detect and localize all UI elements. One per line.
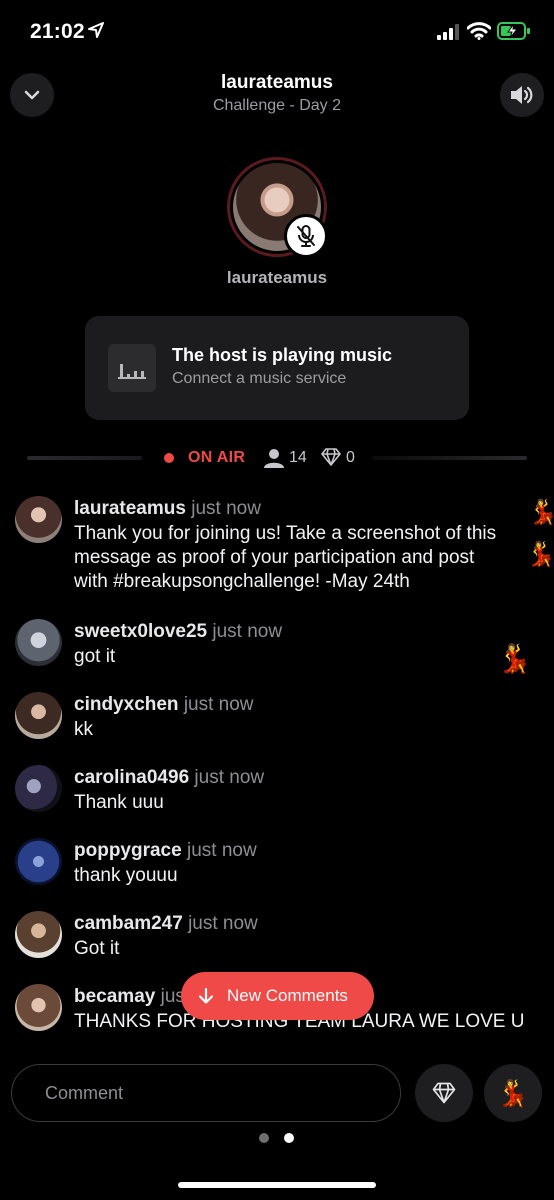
music-card-title: The host is playing music: [172, 345, 393, 365]
comment-text: got it: [74, 646, 116, 667]
status-time: 21:02: [30, 20, 85, 43]
dancer-reaction: 💃: [497, 643, 532, 674]
comment-time: just now: [212, 621, 283, 642]
comment-item: carolina0496 just now Thank uuu: [0, 761, 554, 821]
on-air-dot: [164, 453, 174, 463]
person-icon: [263, 448, 285, 473]
comment-username[interactable]: cindyxchen: [74, 694, 179, 715]
equalizer-bars-icon: [108, 344, 156, 392]
comment-username[interactable]: carolina0496: [74, 767, 189, 788]
avatar[interactable]: [15, 765, 62, 812]
comment-username[interactable]: poppygrace: [74, 840, 182, 861]
avatar[interactable]: [15, 692, 62, 739]
reaction-button[interactable]: 💃: [484, 1064, 542, 1122]
avatar[interactable]: [15, 496, 62, 543]
divider-right: [372, 456, 527, 460]
diamond-icon: [321, 448, 341, 471]
comment-feed[interactable]: laurateamus just now Thank you for joini…: [0, 492, 554, 1044]
comment-input[interactable]: [11, 1064, 401, 1122]
microphone-muted-icon: [297, 225, 315, 247]
viewer-count: 14: [289, 449, 307, 466]
room-title: laurateamus: [221, 72, 333, 93]
comment-item: sweetx0love25 just now got it: [0, 615, 554, 675]
battery-charging-icon: [497, 21, 531, 46]
divider-left: [27, 456, 142, 460]
cellular-signal-icon: [437, 24, 461, 45]
dancer-reaction: 💃: [526, 541, 554, 568]
comment-username[interactable]: sweetx0love25: [74, 621, 207, 642]
comment-line: with #breakupsongchallenge! -May 24th: [74, 571, 410, 592]
comment-time: just now: [186, 840, 257, 861]
speaker-volume-icon: [511, 86, 533, 104]
dancer-reaction: 💃: [528, 499, 554, 526]
page-dot-2-active[interactable]: [284, 1133, 294, 1143]
status-bar: 21:02: [0, 0, 554, 62]
comment-time: just now: [188, 913, 258, 934]
comment-text: Got it: [74, 938, 120, 959]
arrow-down-icon: [198, 987, 214, 1004]
comment-time: just now: [183, 694, 254, 715]
volume-button[interactable]: [500, 73, 544, 117]
comment-text: kk: [74, 719, 93, 740]
comment-time: just now: [194, 767, 265, 788]
connect-music-service-link[interactable]: Connect a music service: [172, 370, 346, 388]
comment-item: laurateamus just now Thank you for joini…: [0, 492, 554, 602]
new-comments-button[interactable]: New Comments: [181, 972, 374, 1020]
comment-text: Thank uuu: [74, 792, 164, 813]
comment-line: Thank you for joining us! Take a screens…: [74, 523, 497, 544]
avatar[interactable]: [15, 911, 62, 958]
avatar[interactable]: [15, 619, 62, 666]
on-air-label: ON AIR: [188, 449, 246, 466]
gem-count: 0: [346, 449, 355, 466]
comment-item: poppygrace just now thank youuu: [0, 834, 554, 894]
comment-line: message as proof of your participation a…: [74, 547, 475, 568]
location-arrow-icon: [88, 22, 104, 43]
comment-item: cambam247 just now Got it: [0, 907, 554, 967]
comment-username[interactable]: cambam247: [74, 913, 183, 934]
room-subtitle: Challenge - Day 2: [212, 97, 342, 114]
comment-username[interactable]: becamay: [74, 986, 155, 1007]
comment-text: Thank you for joining us! Take a screens…: [74, 522, 552, 594]
diamond-icon: [432, 1082, 456, 1104]
new-comments-label: New Comments: [227, 986, 348, 1005]
comment-text: thank youuu: [74, 865, 178, 886]
comment-time: just now: [191, 498, 261, 519]
avatar[interactable]: [15, 984, 62, 1031]
gift-gem-button[interactable]: [415, 1064, 473, 1122]
comment-item: cindyxchen just now kk: [0, 688, 554, 748]
music-card[interactable]: The host is playing music Connect a musi…: [85, 316, 469, 420]
wifi-icon: [466, 22, 492, 45]
host-mute-badge: [284, 214, 328, 258]
page-dot-1[interactable]: [259, 1133, 269, 1143]
host-name: laurateamus: [226, 268, 328, 287]
dancer-emoji-icon: 💃: [496, 1077, 530, 1108]
comment-username[interactable]: laurateamus: [74, 498, 186, 519]
avatar[interactable]: [15, 838, 62, 885]
home-indicator: [178, 1182, 376, 1188]
